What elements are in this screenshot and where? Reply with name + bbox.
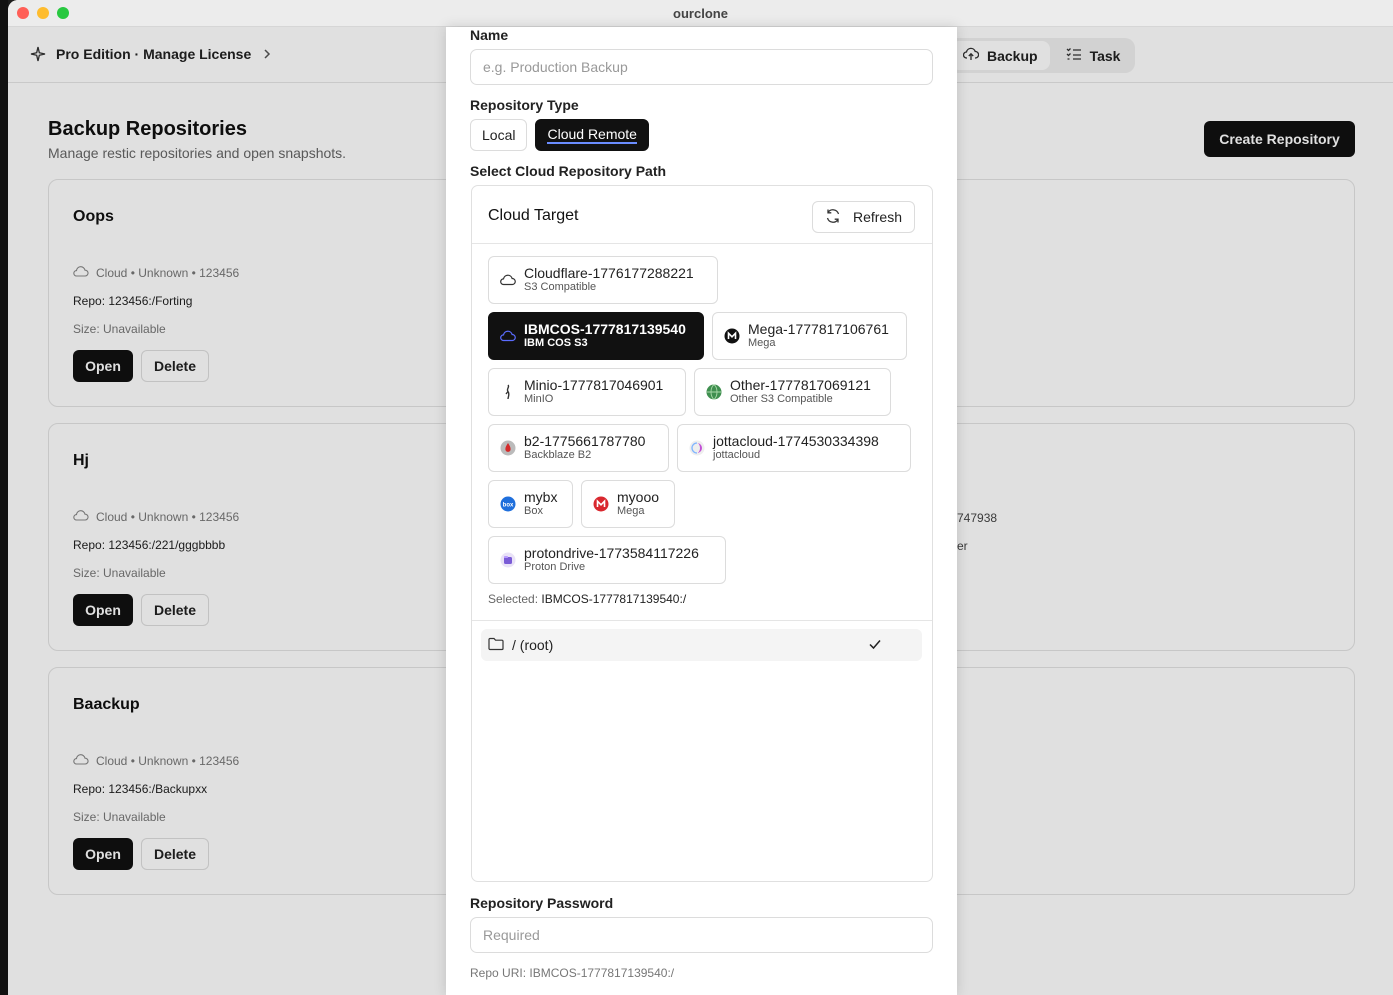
target-mybx[interactable]: box mybx Box [488,480,573,528]
box-icon: box [500,496,516,512]
target-name: b2-1775661787780 [524,433,646,449]
titlebar: ourclone [8,0,1393,27]
cloud-target-header: Cloud Target Refresh [472,186,932,244]
target-protondrive[interactable]: protondrive-1773584117226 Proton Drive [488,536,726,584]
type-cloud-remote-button[interactable]: Cloud Remote [535,119,649,151]
divider [472,620,932,621]
target-b2[interactable]: b2-1775661787780 Backblaze B2 [488,424,669,472]
type-cloud-remote-label: Cloud Remote [547,126,637,144]
target-myooo[interactable]: myooo Mega [581,480,675,528]
target-minio[interactable]: Minio-1777817046901 MinIO [488,368,686,416]
selected-value: IBMCOS-1777817139540:/ [541,592,687,606]
name-label: Name [470,27,509,43]
jottacloud-icon [689,440,705,456]
proton-icon [500,552,516,568]
refresh-button[interactable]: Refresh [812,201,915,233]
target-name: protondrive-1773584117226 [524,545,699,561]
target-type: MinIO [524,393,554,405]
repository-type-toggle: Local Cloud Remote [470,119,649,151]
minio-icon [500,384,516,400]
target-name: Cloudflare-1776177288221 [524,265,694,281]
refresh-icon [825,208,841,227]
target-type: Proton Drive [524,561,586,573]
selected-prefix: Selected: [488,592,539,606]
target-name: mybx [524,489,558,505]
mega-red-icon [593,496,609,512]
type-local-button[interactable]: Local [470,119,528,151]
folder-row-root[interactable]: / (root) [481,629,922,661]
target-name: jottacloud-1774530334398 [713,433,879,449]
target-cloudflare[interactable]: Cloudflare-1776177288221 S3 Compatible [488,256,718,304]
target-type: Other S3 Compatible [730,393,833,405]
repository-type-label: Repository Type [470,97,579,113]
folder-icon [488,637,504,654]
checkmark-icon [868,637,882,654]
password-input[interactable]: Required [470,917,933,953]
cloud-path-label: Select Cloud Repository Path [470,163,667,179]
target-other-s3[interactable]: Other-1777817069121 Other S3 Compatible [694,368,891,416]
refresh-label: Refresh [852,209,903,225]
target-type: Box [524,505,543,517]
name-input[interactable]: e.g. Production Backup [470,49,933,85]
target-type: Mega [617,505,645,517]
target-name: myooo [617,489,660,505]
mega-icon [724,328,740,344]
target-jottacloud[interactable]: jottacloud-1774530334398 jottacloud [677,424,911,472]
repo-uri: Repo URI: IBMCOS-1777817139540:/ [470,966,675,980]
target-name: Mega-1777817106761 [748,321,889,337]
cloud-icon [500,272,516,288]
target-type: IBM COS S3 [524,337,588,349]
svg-text:box: box [503,503,514,509]
app-window: ourclone Pro Edition · Manage License Ba… [8,0,1393,995]
target-type: Mega [748,337,776,349]
folder-label: / (root) [512,637,554,653]
cloud-target-title: Cloud Target [488,207,579,224]
cloud-target-panel: Cloud Target Refresh Cloudflare-17761772… [471,185,933,882]
target-ibmcos[interactable]: IBMCOS-1777817139540 IBM COS S3 [488,312,704,360]
target-name: Other-1777817069121 [730,377,871,393]
target-type: Backblaze B2 [524,449,592,461]
globe-icon [706,384,722,400]
ibm-icon [500,328,516,344]
target-type: jottacloud [713,449,761,461]
backblaze-icon [500,440,516,456]
password-label: Repository Password [470,895,614,911]
target-mega[interactable]: Mega-1777817106761 Mega [712,312,907,360]
create-repository-dialog: Name e.g. Production Backup Repository T… [446,27,957,995]
target-type: S3 Compatible [524,281,597,293]
selected-path-line: Selected: IBMCOS-1777817139540:/ [488,592,686,606]
window-title: ourclone [673,6,728,21]
target-name: Minio-1777817046901 [524,377,664,393]
target-name: IBMCOS-1777817139540 [524,321,686,337]
background-terminal [0,0,8,995]
